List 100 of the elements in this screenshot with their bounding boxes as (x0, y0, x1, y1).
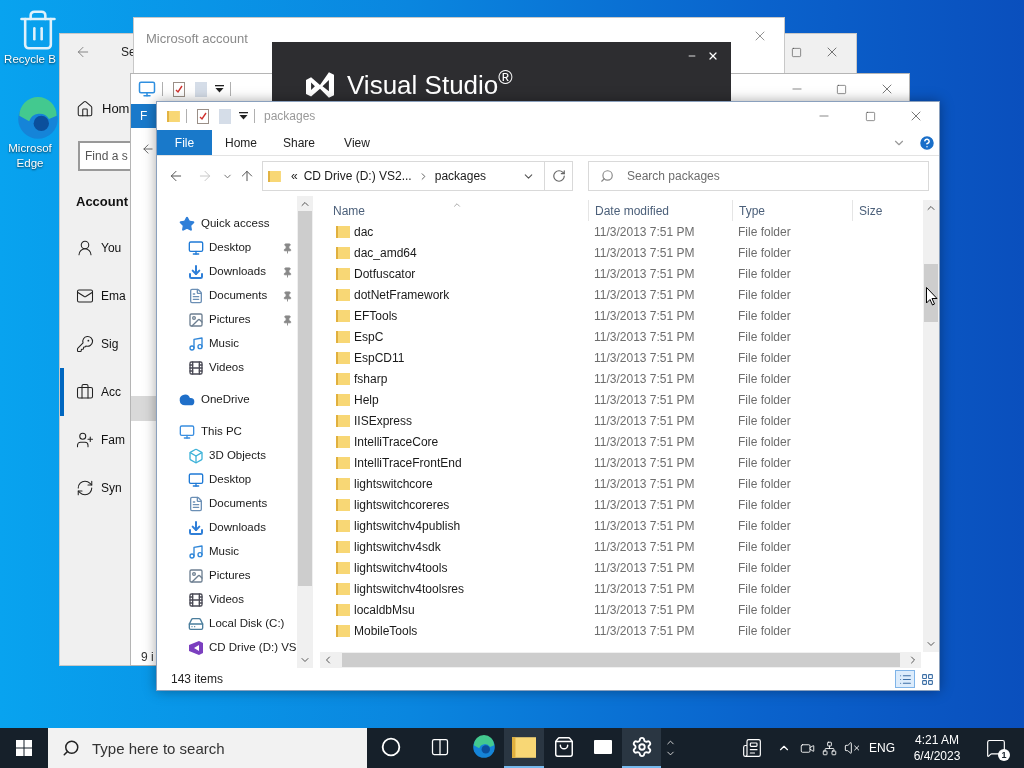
folder-icon (336, 582, 350, 595)
column-header[interactable]: Date modified (588, 200, 732, 221)
nav-item[interactable]: Videos (157, 356, 244, 380)
nav-item[interactable]: Downloads (157, 516, 266, 540)
file-name-cell[interactable]: lightswitchv4tools (320, 557, 588, 578)
nav-item[interactable]: OneDrive (157, 388, 250, 412)
file-name-cell[interactable]: fsharp (320, 368, 588, 389)
settings-nav-item[interactable]: Sig (60, 320, 119, 368)
type-cell-text: File folder (737, 328, 792, 346)
type-cell-text: File folder (737, 265, 792, 283)
shopping-bag-icon (552, 736, 575, 758)
file-name-cell[interactable]: Dotfuscator (320, 263, 588, 284)
language-button[interactable]: ENG (864, 739, 900, 757)
file-name-cell[interactable]: dac (320, 221, 588, 242)
column-header[interactable]: Type (732, 200, 852, 221)
nav-item[interactable]: Documents (157, 284, 268, 308)
scroll-thumb[interactable] (298, 211, 312, 586)
nav-item[interactable]: Downloads (157, 260, 266, 284)
file-menu-tab[interactable]: File (157, 130, 212, 155)
file-name-cell[interactable]: lightswitchv4sdk (320, 536, 588, 557)
nav-item[interactable]: CD Drive (D:) VS (157, 636, 297, 660)
nav-item[interactable]: This PC (157, 420, 242, 444)
date-cell-text: 11/3/2013 7:51 PM (593, 454, 696, 472)
settings-nav-item[interactable]: Acc (60, 368, 121, 416)
nav-item[interactable]: Quick access (157, 212, 270, 236)
sort-caret-icon (452, 200, 462, 210)
icon-label: Recycle B (3, 52, 57, 67)
date-cell-text: 11/3/2013 7:51 PM (593, 370, 696, 388)
taskbar-app[interactable] (622, 728, 661, 768)
notifications-button[interactable]: 1 (974, 728, 1018, 768)
refresh-button[interactable] (545, 161, 573, 191)
window-title: Microsoft account (146, 30, 248, 48)
nav-item[interactable]: Documents (157, 492, 268, 516)
file-name-cell[interactable]: lightswitchcoreres (320, 494, 588, 515)
nav-item[interactable]: Pictures (157, 308, 251, 332)
file-name-cell[interactable]: lightswitchv4toolsres (320, 578, 588, 599)
settings-nav-item[interactable]: Syn (60, 464, 122, 512)
folder-icon (336, 477, 350, 490)
type-cell-text: File folder (737, 454, 792, 472)
windows-logo-icon (16, 740, 32, 756)
file-name-cell[interactable]: IntelliTraceCore (320, 431, 588, 452)
date-cell-text: 11/3/2013 7:51 PM (593, 517, 696, 535)
file-name-cell[interactable]: Help (320, 389, 588, 410)
file-name-cell[interactable]: lightswitchcore (320, 473, 588, 494)
column-header[interactable]: Name (320, 200, 588, 221)
window-title: packages (264, 108, 316, 125)
file-menu-tab[interactable]: F (131, 104, 157, 128)
ribbon-tab[interactable]: Share (270, 130, 328, 155)
file-name-cell[interactable]: lightswitchv4publish (320, 515, 588, 536)
music-icon (188, 544, 204, 560)
list-icon (898, 672, 912, 686)
home-item[interactable]: Hom (60, 87, 130, 131)
date-cell-text: 11/3/2013 7:51 PM (593, 349, 696, 367)
settings-nav-item[interactable]: Fam (60, 416, 125, 464)
settings-icon (630, 736, 653, 758)
details-view-button[interactable] (895, 670, 915, 688)
status-text: 143 items (171, 671, 224, 688)
file-name-cell[interactable]: IntelliTraceFrontEnd (320, 452, 588, 473)
scroll-thumb[interactable] (342, 653, 900, 667)
date-cell-text: 11/3/2013 7:51 PM (593, 265, 696, 283)
date-cell-text: 11/3/2013 7:51 PM (593, 223, 696, 241)
file-name-cell[interactable]: IISExpress (320, 410, 588, 431)
nav-item[interactable]: 3D Objects (157, 444, 266, 468)
folder-icon (336, 372, 350, 385)
picture-icon (188, 568, 204, 584)
file-name-cell[interactable]: dotNetFramework (320, 284, 588, 305)
breadcrumb[interactable]: CD Drive (D:) VS2... (303, 167, 412, 185)
file-name-cell[interactable]: localdbMsu (320, 599, 588, 620)
file-name-cell[interactable]: EspCD11 (320, 347, 588, 368)
folder-icon (336, 267, 350, 280)
file-name-cell[interactable]: MobileTools (320, 620, 588, 641)
clock-button[interactable]: 4:21 AM 6/4/2023 (900, 728, 974, 768)
ribbon-tab[interactable]: Home (212, 130, 270, 155)
document-icon (188, 496, 204, 512)
date-cell-text: 11/3/2013 7:51 PM (593, 559, 696, 577)
overflow-chevrons[interactable]: « (291, 167, 298, 185)
column-header[interactable]: Size (852, 200, 922, 221)
nav-item[interactable]: Desktop (157, 468, 252, 492)
nav-item[interactable]: Pictures (157, 564, 251, 588)
help-icon[interactable] (918, 133, 936, 152)
search-field[interactable]: Find a s (78, 141, 130, 171)
folder-icon (336, 435, 350, 448)
folder-icon (336, 351, 350, 364)
settings-nav-item[interactable]: Ema (60, 272, 126, 320)
file-name-cell[interactable]: EFTools (320, 305, 588, 326)
folder-icon (336, 225, 350, 238)
ribbon-tab[interactable]: View (328, 130, 386, 155)
folder-icon (336, 288, 350, 301)
nav-item[interactable]: Desktop (157, 236, 252, 260)
file-name-cell[interactable]: dac_amd64 (320, 242, 588, 263)
nav-item[interactable]: Music (157, 540, 240, 564)
nav-item[interactable]: Videos (157, 588, 244, 612)
nav-item[interactable]: Local Disk (C:) (157, 612, 285, 636)
settings-nav-item[interactable]: You (60, 224, 122, 272)
file-name-cell[interactable]: EspC (320, 326, 588, 347)
folder-icon (512, 736, 536, 758)
breadcrumb[interactable]: packages (434, 167, 487, 185)
taskbar-app[interactable] (504, 728, 544, 768)
nav-item[interactable]: Music (157, 332, 240, 356)
taskbar-search-field[interactable]: Type here to search (48, 728, 367, 768)
